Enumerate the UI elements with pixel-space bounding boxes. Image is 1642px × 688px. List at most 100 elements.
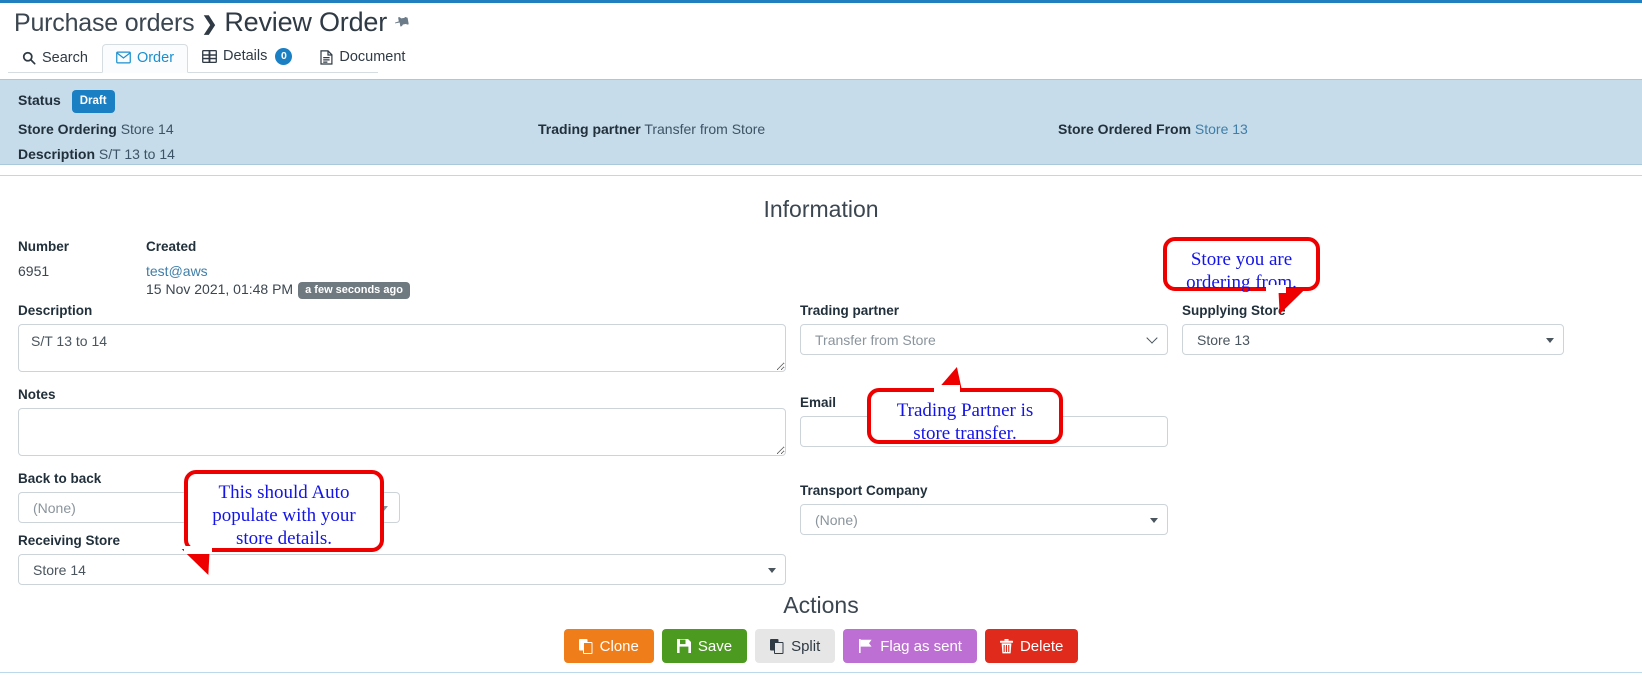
number-field: Number 6951 xyxy=(18,239,146,299)
chevron-down-icon xyxy=(1150,517,1158,523)
trading-partner-field-label: Trading partner xyxy=(800,303,900,318)
trading-partner-select[interactable]: Transfer from Store xyxy=(800,324,1168,355)
footer-divider xyxy=(0,672,1642,673)
store-ordered-from-field: Store Ordered From Store 13 xyxy=(1058,120,1578,138)
form-column-right: Supplying Store Store 13 xyxy=(1182,303,1564,595)
search-icon xyxy=(22,51,36,65)
back-to-back-value: (None) xyxy=(33,499,76,516)
tab-document[interactable]: Document xyxy=(306,43,419,73)
flag-as-sent-button[interactable]: Flag as sent xyxy=(843,629,977,663)
information-card: Information Number 6951 Created test@aws… xyxy=(0,175,1642,673)
actions-button-row: Clone Save Split Flag as sent Delete xyxy=(0,629,1642,673)
trading-partner-group: Trading partner Transfer from Store xyxy=(800,303,1168,355)
annotation-store-ordering-from: Store you are ordering from. xyxy=(1163,237,1320,293)
receiving-store-field-label: Receiving Store xyxy=(18,533,121,548)
breadcrumb-separator-icon: ❯ xyxy=(201,14,218,35)
description-field: Description S/T 13 to 14 xyxy=(18,145,538,163)
created-field: Created test@aws 15 Nov 2021, 01:48 PM a … xyxy=(146,239,566,299)
page-title: Review Order xyxy=(224,7,388,37)
supplying-store-group: Supplying Store Store 13 xyxy=(1182,303,1564,355)
transport-company-select[interactable]: (None) xyxy=(800,504,1168,535)
delete-button-label: Delete xyxy=(1019,637,1064,655)
actions-title: Actions xyxy=(783,592,859,618)
tab-search-label: Search xyxy=(42,49,88,66)
created-user-link[interactable]: test@aws xyxy=(146,263,566,279)
delete-button[interactable]: Delete xyxy=(984,629,1079,663)
store-ordered-from-value[interactable]: Store 13 xyxy=(1195,121,1248,137)
description-value: S/T 13 to 14 xyxy=(98,146,175,162)
tab-search[interactable]: Search xyxy=(8,44,102,74)
status-panel: Status Draft Store Ordering Store 14 Tra… xyxy=(0,79,1642,165)
save-button[interactable]: Save xyxy=(661,629,748,663)
status-field: Status Draft xyxy=(18,90,538,113)
trading-partner-field: Trading partner Transfer from Store xyxy=(538,120,1058,138)
tab-details-label: Details xyxy=(223,48,268,65)
status-badge: Draft xyxy=(71,90,115,113)
store-ordering-value: Store 14 xyxy=(120,121,174,137)
split-icon xyxy=(770,638,784,654)
chevron-down-icon xyxy=(1146,331,1158,344)
supplying-store-value: Store 13 xyxy=(1197,331,1250,348)
notes-group: Notes xyxy=(18,387,786,461)
description-group: Description xyxy=(18,303,786,377)
save-button-label: Save xyxy=(697,637,733,655)
created-relative-badge: a few seconds ago xyxy=(298,282,410,299)
annotation-trading-partner: Trading Partner is store transfer. xyxy=(867,388,1063,444)
tab-details[interactable]: Details 0 xyxy=(188,41,306,73)
tab-order-label: Order xyxy=(136,49,175,66)
transport-company-field-label: Transport Company xyxy=(800,483,928,498)
description-input[interactable] xyxy=(18,324,786,372)
breadcrumb-parent[interactable]: Purchase orders xyxy=(14,9,195,38)
annotation-auto-populate-tail-fill xyxy=(184,546,212,554)
created-label: Created xyxy=(146,239,197,254)
actions-section: Actions Clone Save Split Flag as sent De… xyxy=(0,592,1642,673)
clone-icon xyxy=(578,638,593,654)
status-row: Status Draft xyxy=(18,90,1624,113)
trading-partner-value: Transfer from Store xyxy=(815,331,936,348)
description-field-label: Description xyxy=(18,303,93,318)
flag-icon xyxy=(858,639,873,653)
supplying-store-select[interactable]: Store 13 xyxy=(1182,324,1564,355)
status-label: Status xyxy=(18,92,61,108)
chevron-down-icon xyxy=(768,567,776,573)
transport-company-group: Transport Company (None) xyxy=(800,483,1168,535)
receiving-store-group: Receiving Store Store 14 xyxy=(18,533,786,585)
app-root: Purchase orders ❯ Review Order Search Or… xyxy=(0,0,1642,688)
description-label: Description xyxy=(18,146,96,162)
supplying-store-field-label: Supplying Store xyxy=(1182,303,1286,318)
chevron-down-icon xyxy=(1546,337,1554,343)
annotation-trading-partner-tail-fill xyxy=(934,385,960,394)
created-datetime-text: 15 Nov 2021, 01:48 PM xyxy=(146,281,294,297)
store-ordering-label: Store Ordering xyxy=(18,121,117,137)
trash-icon xyxy=(999,638,1013,654)
pin-icon[interactable] xyxy=(390,12,414,37)
annotation-trading-partner-text: Trading Partner is store transfer. xyxy=(896,400,1034,444)
annotation-store-ordering-from-tail-fill xyxy=(1266,285,1286,293)
store-trading-row: Store Ordering Store 14 Trading partner … xyxy=(18,120,1624,138)
table-icon xyxy=(202,50,217,63)
split-button-label: Split xyxy=(791,637,821,655)
notes-field-label: Notes xyxy=(18,387,56,402)
clone-button[interactable]: Clone xyxy=(563,629,654,663)
store-ordering-field: Store Ordering Store 14 xyxy=(18,120,538,138)
number-label: Number xyxy=(18,239,70,254)
flag-as-sent-button-label: Flag as sent xyxy=(880,637,962,655)
trading-partner-value: Transfer from Store xyxy=(644,121,766,137)
tab-order[interactable]: Order xyxy=(101,43,189,73)
annotation-auto-populate: This should Auto populate with your stor… xyxy=(184,470,384,552)
split-button[interactable]: Split xyxy=(755,629,836,663)
trading-partner-label: Trading partner xyxy=(538,121,641,137)
tab-bar: Search Order Details 0 Document xyxy=(0,40,1642,73)
save-icon xyxy=(676,639,691,653)
form-column-middle: Trading partner Transfer from Store Emai… xyxy=(800,303,1182,595)
tab-details-badge: 0 xyxy=(275,48,293,65)
notes-input[interactable] xyxy=(18,408,786,456)
description-row: Description S/T 13 to 14 xyxy=(18,145,1624,163)
form-column-left: Description Notes Back to back (None) xyxy=(18,303,800,595)
receiving-store-select[interactable]: Store 14 xyxy=(18,554,786,585)
file-icon xyxy=(320,50,333,65)
envelope-icon xyxy=(116,51,131,64)
receiving-store-value: Store 14 xyxy=(33,561,86,578)
number-value: 6951 xyxy=(18,263,50,279)
annotation-auto-populate-text: This should Auto populate with your stor… xyxy=(212,482,356,549)
